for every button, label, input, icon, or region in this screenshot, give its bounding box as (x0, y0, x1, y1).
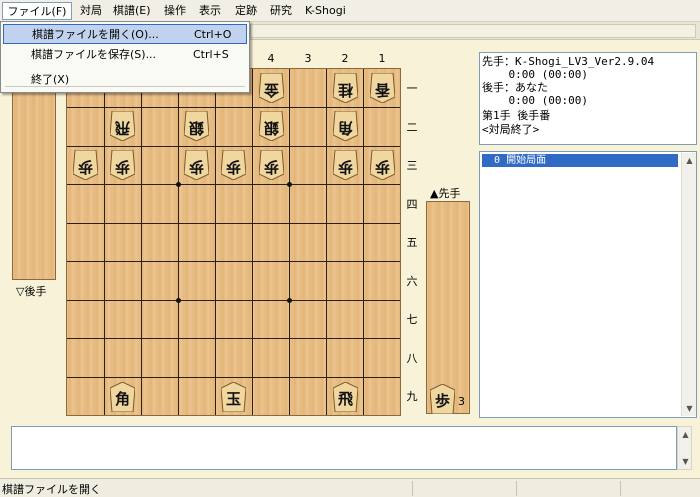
file-label-3: 3 (304, 52, 312, 65)
file-label-4: 4 (267, 52, 275, 65)
piece-gote-gin[interactable]: 銀 (184, 111, 209, 141)
rank-label-1: 一 (406, 82, 418, 95)
board-star-point (176, 298, 181, 303)
open-kifu-shortcut: Ctrl+O (194, 28, 232, 41)
menu-operation[interactable]: 操作 (164, 3, 186, 19)
scroll-down-icon[interactable]: ▼ (682, 401, 697, 416)
save-kifu-label: 棋譜ファイルを保存(S)... (31, 48, 157, 61)
piece-sente-hand-fu[interactable]: 歩 (430, 384, 455, 414)
board-star-point (287, 298, 292, 303)
scroll-up-icon[interactable]: ▲ (682, 153, 697, 168)
piece-gote-fu[interactable]: 歩 (221, 150, 246, 180)
piece-gote-keima[interactable]: 桂 (333, 73, 358, 103)
komadai-gote[interactable] (12, 68, 56, 280)
piece-gote-gin[interactable]: 銀 (259, 111, 284, 141)
piece-gote-kyosha[interactable]: 香 (370, 73, 395, 103)
piece-gote-kin[interactable]: 金 (259, 73, 284, 103)
piece-gote-hisha[interactable]: 飛 (110, 111, 135, 141)
rank-label-7: 七 (406, 313, 418, 326)
menu-study[interactable]: 研究 (270, 3, 292, 19)
info-gote-name: 後手：あなた (482, 81, 548, 94)
piece-gote-fu[interactable]: 歩 (184, 150, 209, 180)
menu-item-exit[interactable]: 終了(X) (3, 70, 247, 90)
piece-gote-kaku[interactable]: 角 (333, 111, 358, 141)
info-sente-name: 先手：K-Shogi_LV3_Ver2.9.04 (482, 55, 655, 68)
piece-sente-gyoku[interactable]: 玉 (221, 382, 246, 412)
info-gote-time: 0:00 (00:00) (482, 94, 588, 107)
piece-sente-kaku[interactable]: 角 (110, 382, 135, 412)
menu-match[interactable]: 対局 (80, 3, 102, 19)
rank-label-4: 四 (406, 198, 418, 211)
comment-box[interactable] (11, 426, 677, 470)
piece-gote-fu[interactable]: 歩 (333, 150, 358, 180)
file-label-1: 1 (378, 52, 386, 65)
file-label-2: 2 (341, 52, 349, 65)
komadai-sente[interactable] (426, 201, 470, 414)
menu-bar: ファイル(F) 対局 棋譜(E) 操作 表示 定跡 研究 K-Shogi (0, 0, 700, 22)
exit-label: 終了(X) (31, 73, 70, 86)
info-game-result: <対局終了> (482, 123, 540, 136)
menu-item-open-kifu[interactable]: 棋譜ファイルを開く(O)... Ctrl+O (3, 24, 247, 44)
file-menu-dropdown: 棋譜ファイルを開く(O)... Ctrl+O 棋譜ファイルを保存(S)... C… (0, 21, 250, 93)
sente-label: ▲先手 (430, 187, 461, 200)
menu-view[interactable]: 表示 (199, 3, 221, 19)
piece-sente-hisha[interactable]: 飛 (333, 382, 358, 412)
menu-file[interactable]: ファイル(F) (2, 2, 72, 20)
comment-scrollbar[interactable]: ▲ ▼ (677, 426, 692, 470)
board-star-point (287, 182, 292, 187)
toolbar-field (250, 24, 696, 38)
scroll-down-icon[interactable]: ▼ (678, 454, 693, 469)
piece-gote-fu[interactable]: 歩 (73, 150, 98, 180)
board-star-point (176, 182, 181, 187)
kifu-list[interactable]: 0 開始局面 ▲ ▼ (479, 151, 697, 418)
kifu-scrollbar[interactable]: ▲ ▼ (681, 153, 696, 416)
scroll-up-icon[interactable]: ▲ (678, 427, 693, 442)
menu-kifu[interactable]: 棋譜(E) (113, 3, 151, 19)
open-kifu-label: 棋譜ファイルを開く(O)... (32, 28, 159, 41)
gote-label: ▽後手 (16, 285, 47, 298)
status-bar: 棋譜ファイルを開く (0, 478, 700, 497)
piece-gote-fu[interactable]: 歩 (110, 150, 135, 180)
rank-label-3: 三 (406, 159, 418, 172)
piece-gote-fu[interactable]: 歩 (259, 150, 284, 180)
rank-label-5: 五 (406, 236, 418, 249)
menu-joseki[interactable]: 定跡 (235, 3, 257, 19)
rank-label-2: 二 (406, 121, 418, 134)
status-text: 棋譜ファイルを開く (2, 483, 101, 496)
save-kifu-shortcut: Ctrl+S (193, 48, 229, 61)
info-sente-time: 0:00 (00:00) (482, 68, 588, 81)
rank-label-9: 九 (406, 390, 418, 403)
piece-gote-fu[interactable]: 歩 (370, 150, 395, 180)
menu-item-save-kifu[interactable]: 棋譜ファイルを保存(S)... Ctrl+S (3, 45, 247, 65)
hand-count: 3 (458, 395, 465, 408)
info-move-status: 第1手 後手番 (482, 109, 551, 122)
rank-label-6: 六 (406, 275, 418, 288)
kifu-item-start[interactable]: 0 開始局面 (482, 154, 678, 167)
game-info-panel: 先手：K-Shogi_LV3_Ver2.9.04 0:00 (00:00) 後手… (479, 52, 697, 145)
menu-app[interactable]: K-Shogi (305, 3, 346, 19)
rank-label-8: 八 (406, 352, 418, 365)
